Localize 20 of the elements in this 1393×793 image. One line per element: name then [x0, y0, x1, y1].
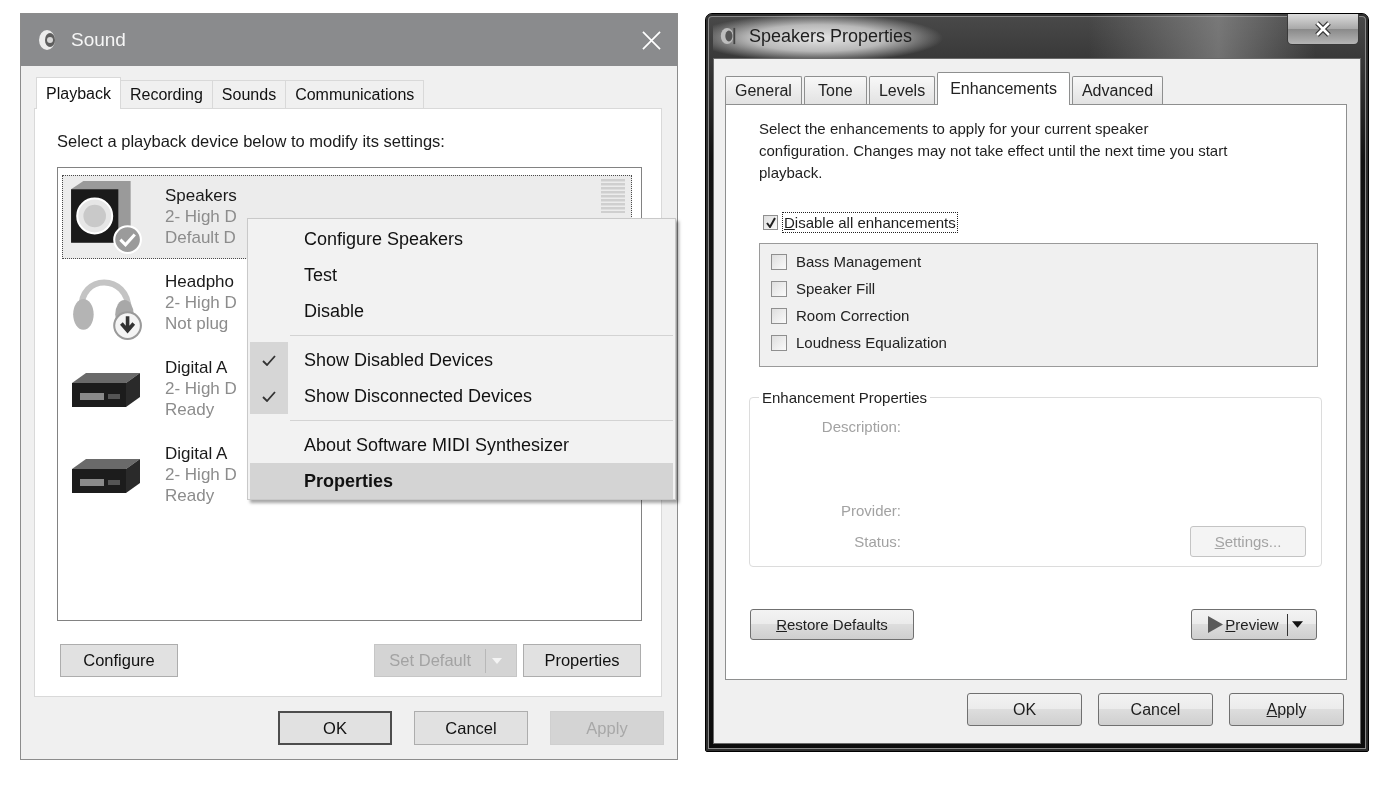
- device-detail: Not plug: [165, 313, 229, 334]
- device-detail: Default D: [165, 227, 236, 248]
- device-detail: 2- High D: [165, 464, 237, 485]
- device-name: Headpho: [165, 271, 234, 292]
- device-name: Digital A: [165, 443, 228, 464]
- group-label: Enhancement Properties: [761, 389, 929, 406]
- field-label: Status:: [854, 533, 901, 550]
- device-detail: 2- High D: [165, 378, 237, 399]
- window-title: Speakers Properties: [749, 25, 913, 47]
- intro-text: Select the enhancements to apply for your current speaker configuration. Changes may not take effect until the next time you start playback.: [759, 119, 1228, 183]
- device-name: Digital A: [165, 357, 228, 378]
- field-label: Description:: [821, 418, 901, 435]
- device-detail: 2- High D: [165, 206, 237, 227]
- device-name: Speakers: [165, 185, 237, 206]
- instruction-text: Select a playback device below to modify its settings:: [57, 131, 445, 151]
- window-title: Sound: [71, 29, 126, 51]
- device-detail: 2- High D: [165, 292, 237, 313]
- field-label: Provider:: [840, 501, 901, 519]
- device-detail: Ready: [165, 399, 215, 420]
- device-detail: Ready: [165, 485, 215, 506]
